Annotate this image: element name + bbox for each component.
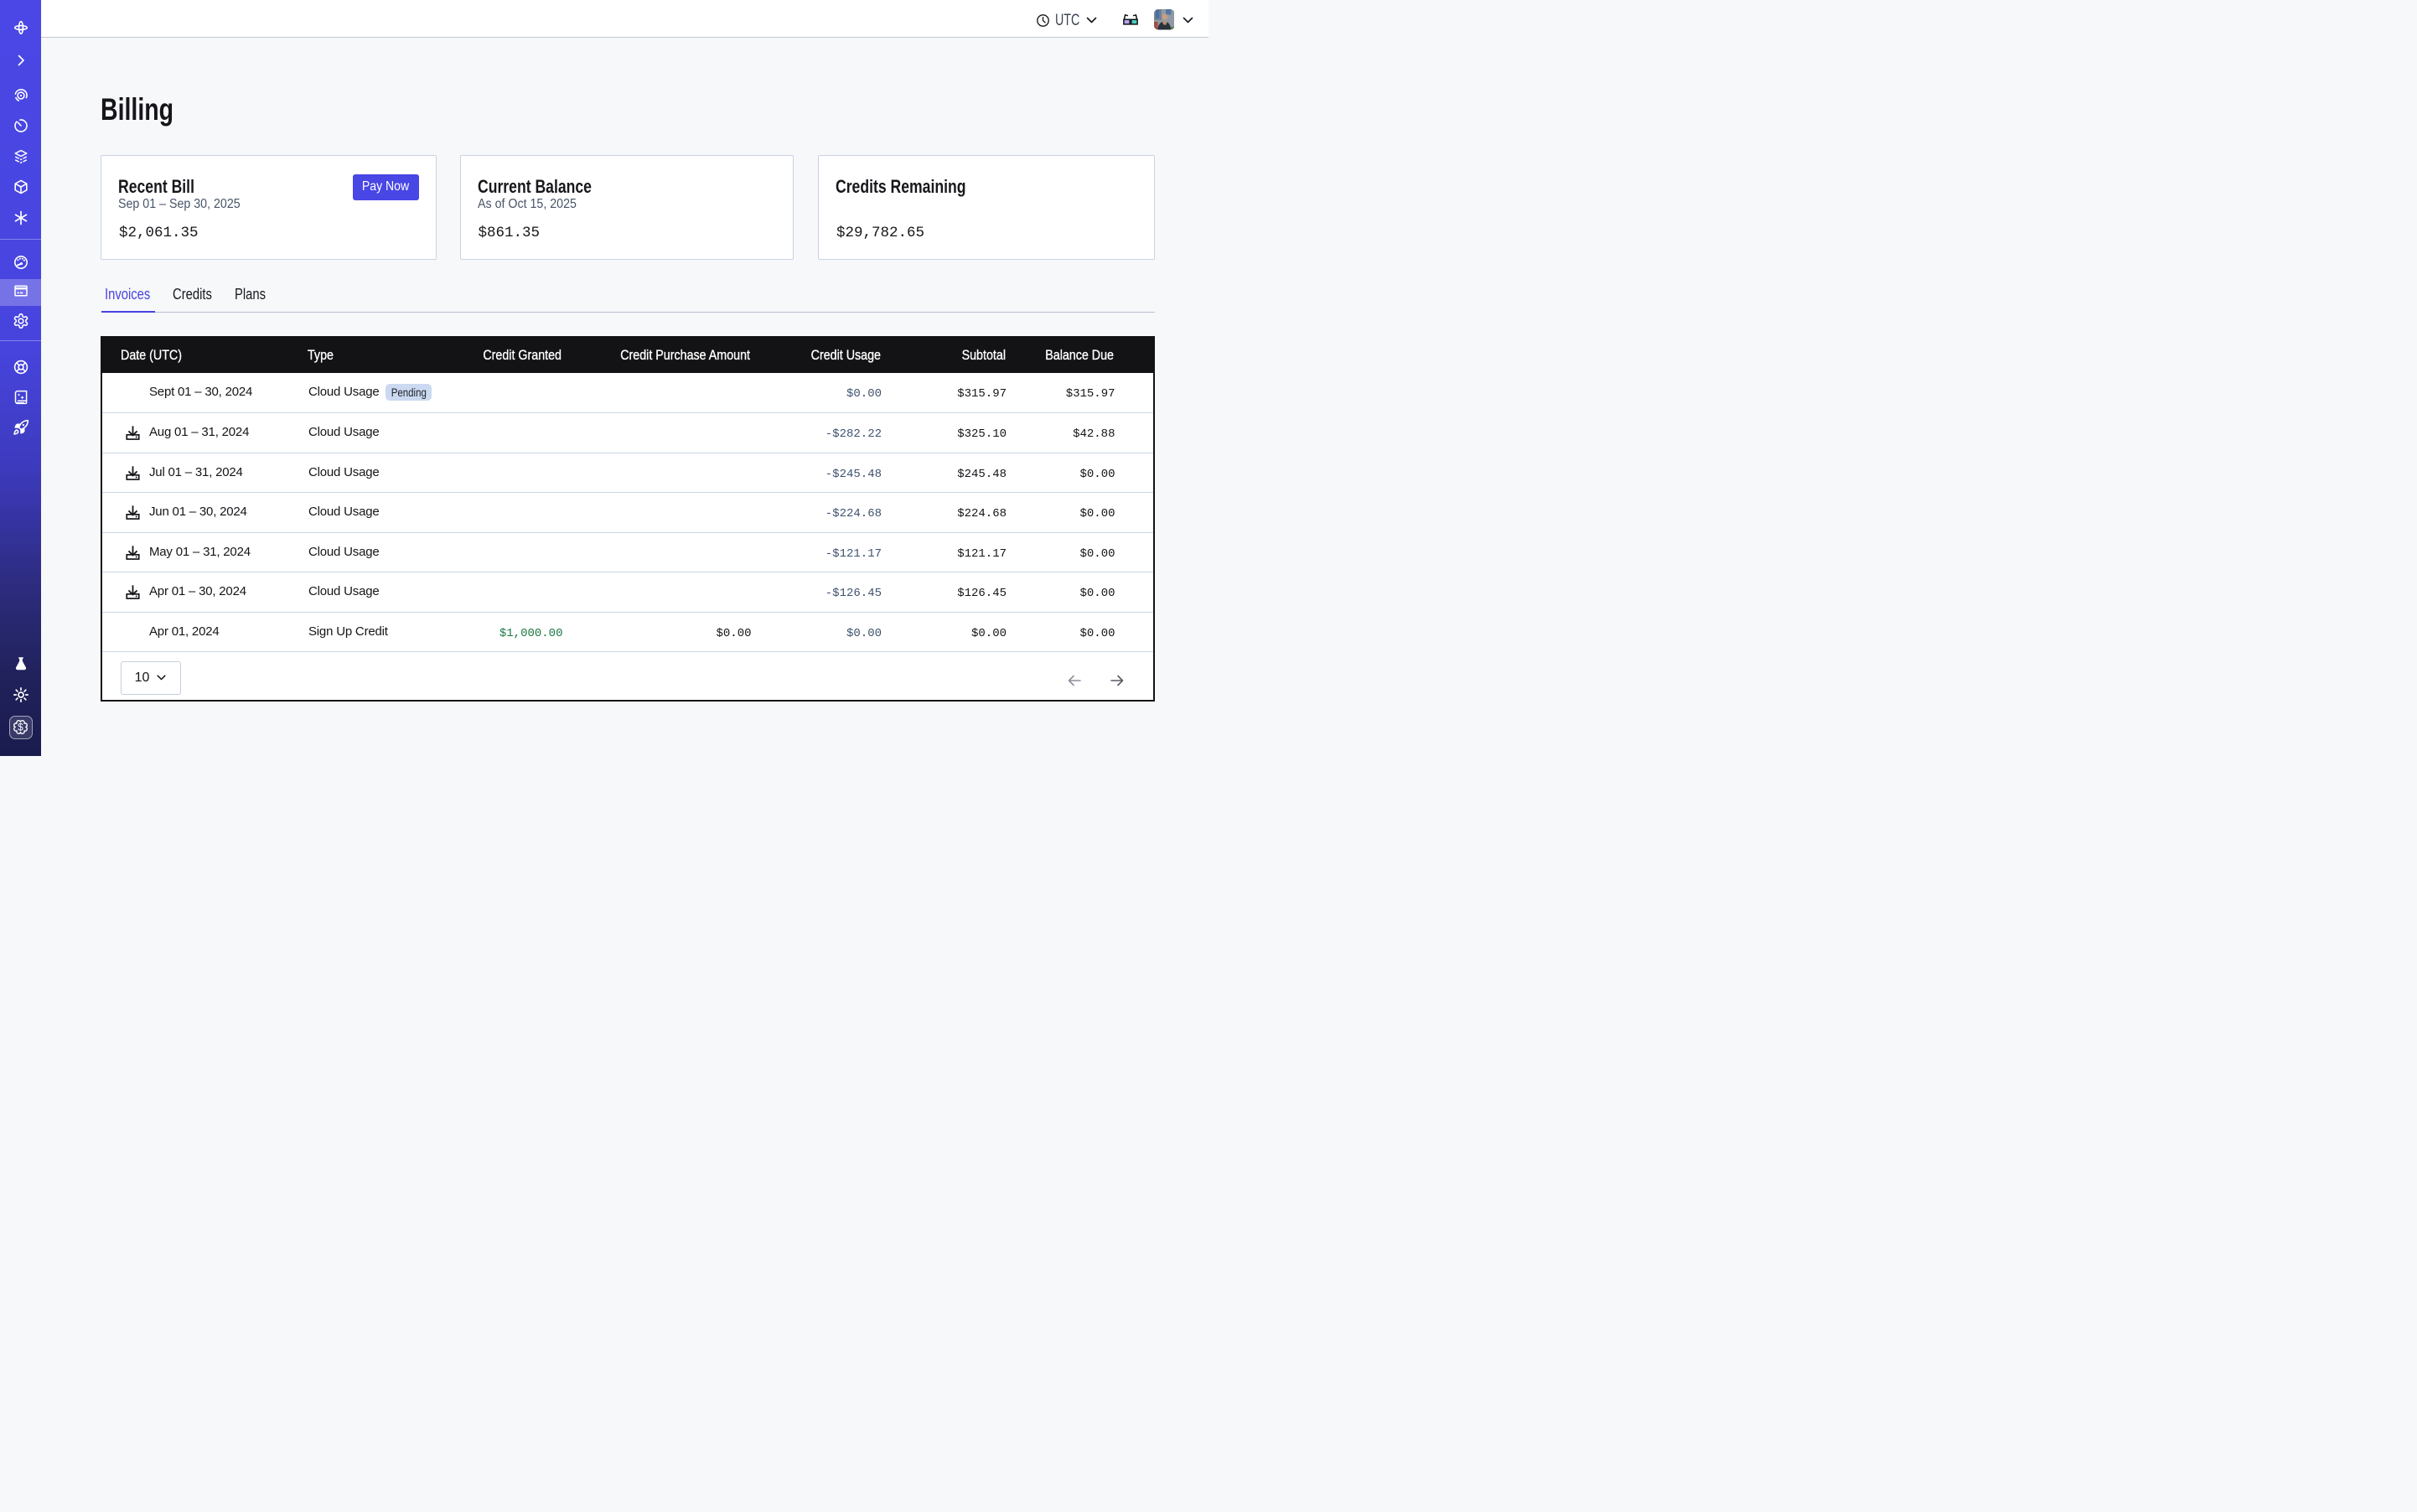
svg-text:$: $ xyxy=(18,722,23,733)
